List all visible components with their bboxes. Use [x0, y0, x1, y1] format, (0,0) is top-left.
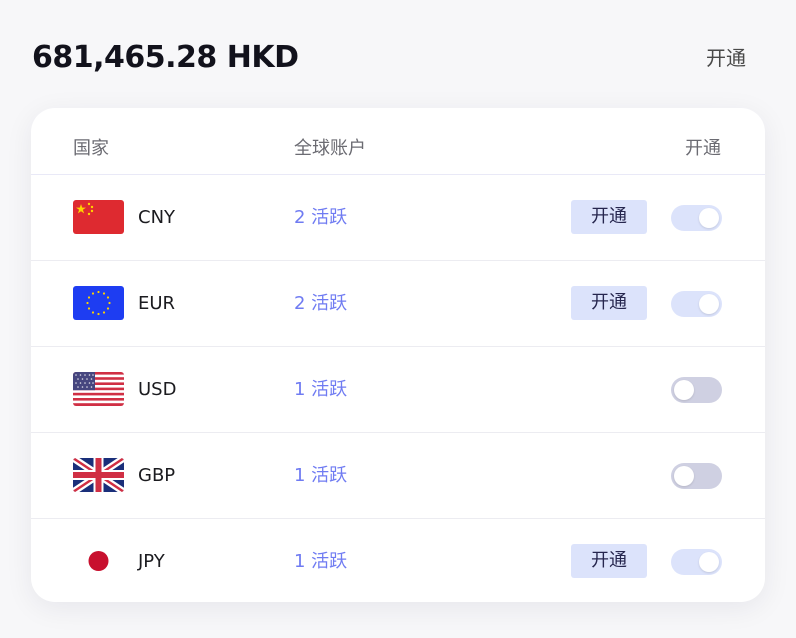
- enable-toggle[interactable]: [671, 291, 722, 317]
- active-accounts-link[interactable]: 2 活跃: [294, 261, 347, 346]
- active-accounts-link[interactable]: 1 活跃: [294, 433, 347, 518]
- open-button[interactable]: 开通: [571, 200, 647, 234]
- table-header: 国家 全球账户 开通: [31, 108, 765, 175]
- open-link[interactable]: 开通: [706, 38, 746, 78]
- enable-toggle[interactable]: [671, 377, 722, 403]
- currency-code: GBP: [138, 465, 176, 486]
- toggle-knob: [699, 208, 719, 228]
- balance-header: 681,465.28 HKD 开通: [32, 38, 746, 78]
- total-balance: 681,465.28 HKD: [32, 40, 299, 75]
- active-accounts-link[interactable]: 2 活跃: [294, 175, 347, 260]
- currency-code: JPY: [138, 551, 165, 572]
- currency-code: CNY: [138, 207, 176, 228]
- table-row: JPY 1 活跃 开通: [31, 519, 765, 602]
- table-row: USD 1 活跃: [31, 347, 765, 433]
- active-accounts-link[interactable]: 1 活跃: [294, 347, 347, 432]
- china-flag-icon: [73, 200, 124, 234]
- enable-toggle[interactable]: [671, 205, 722, 231]
- currency-code: EUR: [138, 293, 176, 314]
- eu-flag-icon: [73, 286, 124, 320]
- enable-toggle[interactable]: [671, 549, 722, 575]
- open-button[interactable]: 开通: [571, 544, 647, 578]
- active-accounts-link[interactable]: 1 活跃: [294, 519, 347, 602]
- toggle-knob: [674, 380, 694, 400]
- table-row: GBP 1 活跃: [31, 433, 765, 519]
- uk-flag-icon: [73, 458, 124, 492]
- open-button[interactable]: 开通: [571, 286, 647, 320]
- currency-table-card: 国家 全球账户 开通 CNY 2 活跃 开通 EUR 2 活跃 开通 USD 1…: [31, 108, 765, 602]
- table-row: EUR 2 活跃 开通: [31, 261, 765, 347]
- currency-code: USD: [138, 379, 177, 400]
- table-row: CNY 2 活跃 开通: [31, 175, 765, 261]
- toggle-knob: [699, 552, 719, 572]
- enable-toggle[interactable]: [671, 463, 722, 489]
- japan-flag-icon: [73, 544, 124, 578]
- toggle-knob: [674, 466, 694, 486]
- toggle-knob: [699, 294, 719, 314]
- us-flag-icon: [73, 372, 124, 406]
